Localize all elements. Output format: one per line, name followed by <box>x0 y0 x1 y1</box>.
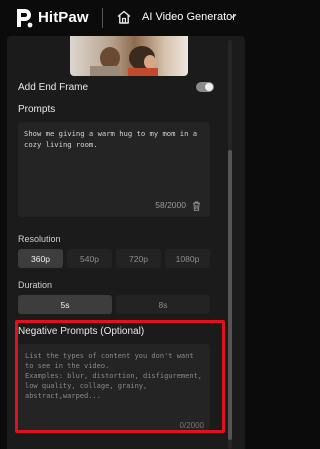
header-divider <box>102 8 103 28</box>
resolution-1080p[interactable]: 1080p <box>165 249 210 268</box>
thumbnail-image <box>90 46 158 76</box>
brand-name: HitPaw <box>38 9 89 26</box>
negative-prompts-label: Negative Prompts (Optional) <box>18 326 145 337</box>
hitpaw-logo-icon <box>17 9 33 28</box>
start-frame-thumbnail[interactable] <box>70 36 188 76</box>
prompt-textarea[interactable]: Show me giving a warm hug to my mom in a… <box>18 122 210 217</box>
end-frame-toggle[interactable] <box>196 82 214 92</box>
trash-icon[interactable] <box>192 201 201 211</box>
prompt-text[interactable]: Show me giving a warm hug to my mom in a… <box>24 128 206 150</box>
duration-8s[interactable]: 8s <box>116 295 210 314</box>
negative-prompt-placeholder: List the types of content you don't want… <box>25 352 203 400</box>
end-frame-label: Add End Frame <box>18 82 89 93</box>
resolution-options: 360p 540p 720p 1080p <box>18 249 210 268</box>
prompt-char-count: 58/2000 <box>155 200 186 210</box>
chevron-down-icon[interactable] <box>229 12 237 20</box>
negative-char-count: 0/2000 <box>179 421 204 430</box>
resolution-540p[interactable]: 540p <box>67 249 112 268</box>
negative-prompt-textarea[interactable]: List the types of content you don't want… <box>18 344 210 430</box>
app-selector[interactable]: AI Video Generator <box>142 11 236 23</box>
home-icon[interactable] <box>116 9 132 25</box>
resolution-label: Resolution <box>18 234 61 244</box>
duration-label: Duration <box>18 280 53 290</box>
resolution-720p[interactable]: 720p <box>116 249 161 268</box>
resolution-360p[interactable]: 360p <box>18 249 63 268</box>
scrollbar-thumb[interactable] <box>228 150 232 440</box>
prompts-label: Prompts <box>18 104 56 115</box>
duration-options: 5s 8s <box>18 295 210 314</box>
top-bar: HitPaw AI Video Generator <box>0 0 259 36</box>
generator-panel: Add End Frame Prompts Show me giving a w… <box>7 36 245 449</box>
duration-5s[interactable]: 5s <box>18 295 112 314</box>
